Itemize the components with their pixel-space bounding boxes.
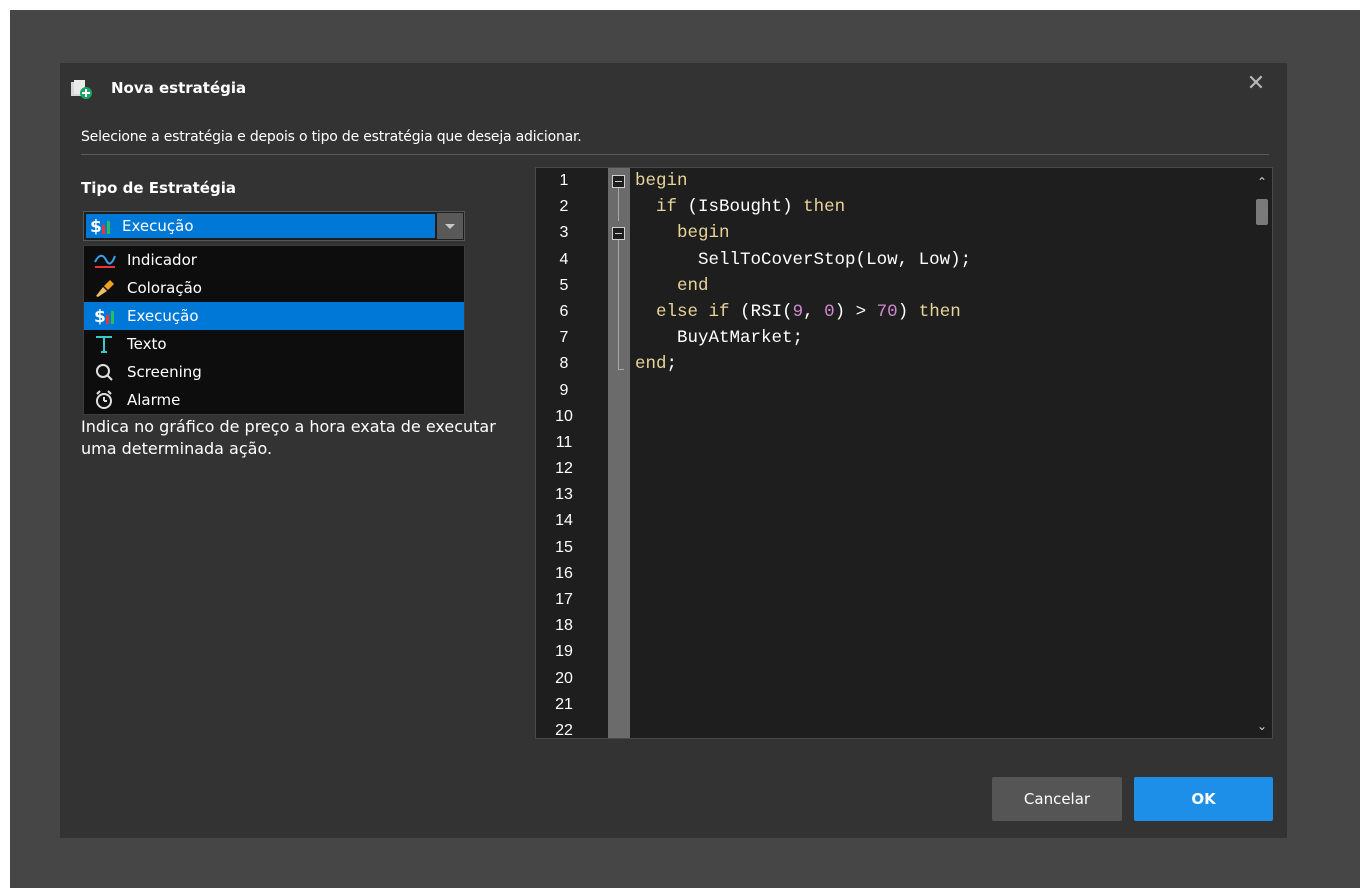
- scroll-up-icon[interactable]: ⌃: [1256, 176, 1268, 188]
- strategy-type-selected[interactable]: $ Execução: [86, 214, 435, 238]
- strategy-type-dropdown: Indicador Coloração $ Execução Texto Scr…: [83, 245, 465, 415]
- search-icon: [96, 364, 113, 381]
- line-number: 14: [555, 512, 573, 530]
- scroll-thumb[interactable]: [1256, 199, 1268, 225]
- line-number: 20: [555, 669, 573, 687]
- option-alarme[interactable]: Alarme: [84, 386, 464, 414]
- code-line[interactable]: else if (RSI(9, 0) > 70) then: [635, 299, 1250, 325]
- fold-line-outer: [618, 292, 619, 369]
- svg-text:$: $: [90, 217, 102, 236]
- cancel-button[interactable]: Cancelar: [992, 777, 1122, 821]
- fold-end: [618, 369, 624, 370]
- fold-line: [618, 188, 619, 221]
- scroll-down-icon[interactable]: ⌄: [1256, 720, 1268, 732]
- line-number: 18: [555, 617, 573, 635]
- line-number: 22: [555, 721, 573, 739]
- line-number: 4: [559, 250, 569, 268]
- fold-toggle-inner-begin[interactable]: [612, 227, 625, 240]
- option-execucao[interactable]: $ Execução: [84, 302, 464, 330]
- chevron-down-icon[interactable]: [437, 213, 463, 239]
- line-number: 5: [559, 276, 569, 294]
- line-number: 12: [555, 460, 573, 478]
- line-number: 7: [559, 329, 569, 347]
- fold-bar: [608, 168, 630, 738]
- code-line[interactable]: BuyAtMarket;: [635, 325, 1250, 351]
- new-strategy-icon: [71, 80, 92, 99]
- line-number: 19: [555, 643, 573, 661]
- svg-text:$: $: [94, 307, 106, 326]
- code-line[interactable]: end: [635, 273, 1250, 299]
- line-number-gutter: 1 2 3 4 5 6 7 8 9 10 11 12 13 14 15 16 17 18 19 20 21 22: [536, 168, 596, 738]
- line-number: 17: [555, 591, 573, 608]
- line-number: 16: [555, 564, 573, 582]
- code-line[interactable]: begin: [635, 168, 1250, 194]
- indicator-icon: [94, 254, 116, 268]
- strategy-type-selected-label: Execução: [122, 217, 194, 235]
- coloring-icon: [96, 280, 114, 297]
- code-editor[interactable]: 1 2 3 4 5 6 7 8 9 10 11 12 13 14 15 16 17 18 19 20 21 22 begi…: [535, 167, 1273, 739]
- line-number: 15: [555, 538, 573, 556]
- line-number: 6: [559, 302, 569, 320]
- strategy-type-label: Tipo de Estratégia: [81, 179, 236, 197]
- execution-icon: $: [94, 307, 114, 326]
- fold-line-inner: [618, 240, 619, 292]
- line-number: 8: [559, 355, 569, 373]
- option-indicador[interactable]: Indicador: [84, 246, 464, 274]
- line-number: 11: [555, 433, 573, 451]
- dialog-subtitle: Selecione a estratégia e depois o tipo d…: [81, 129, 582, 145]
- code-area[interactable]: begin if (IsBought) then begin SellToCov…: [635, 168, 1250, 738]
- divider: [81, 154, 1269, 155]
- line-number: 13: [555, 486, 573, 504]
- option-texto[interactable]: Texto: [84, 330, 464, 358]
- code-line[interactable]: begin: [635, 220, 1250, 246]
- code-line[interactable]: SellToCoverStop(Low, Low);: [635, 247, 1250, 273]
- dialog-title: Nova estratégia: [111, 79, 247, 97]
- line-number: 2: [559, 198, 569, 216]
- fold-toggle-begin[interactable]: [612, 175, 625, 188]
- code-line[interactable]: end;: [635, 351, 1250, 377]
- option-screening[interactable]: Screening: [84, 358, 464, 386]
- alarm-clock-icon: [96, 390, 112, 409]
- vertical-scrollbar[interactable]: ⌃ ⌄: [1252, 168, 1272, 738]
- line-number: 10: [555, 407, 573, 425]
- line-number: 3: [559, 224, 569, 242]
- code-line[interactable]: if (IsBought) then: [635, 194, 1250, 220]
- strategy-type-select[interactable]: $ Execução: [83, 211, 465, 241]
- execution-icon: $: [90, 217, 110, 236]
- line-number: 9: [559, 381, 569, 399]
- new-strategy-dialog: Nova estratégia ✕ Selecione a estratégia…: [60, 63, 1287, 838]
- ok-button[interactable]: OK: [1134, 777, 1273, 821]
- option-coloracao[interactable]: Coloração: [84, 274, 464, 302]
- strategy-type-description: Indica no gráfico de preço a hora exata …: [81, 417, 496, 458]
- text-icon: [96, 336, 112, 353]
- line-number: 21: [555, 695, 573, 713]
- line-number: 1: [559, 172, 569, 189]
- close-button[interactable]: ✕: [1245, 73, 1267, 95]
